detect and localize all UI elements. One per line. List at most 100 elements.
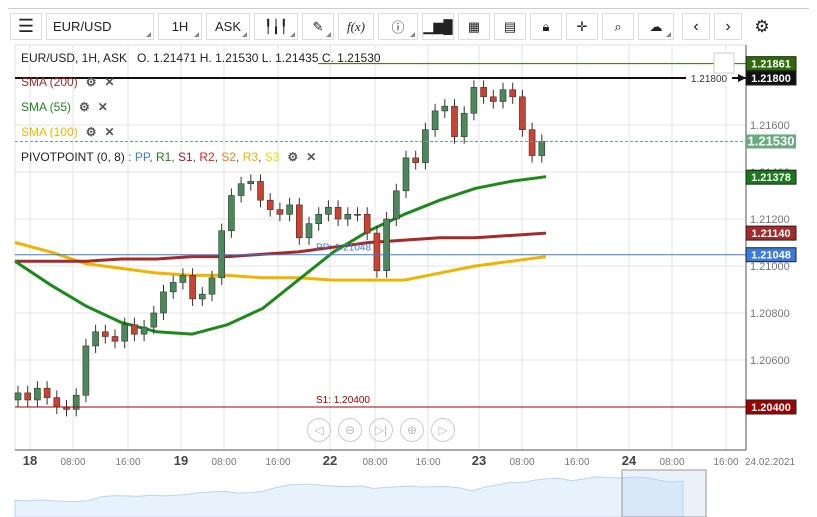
candle-body [519, 96, 526, 131]
x-tick-label: 22 [323, 453, 337, 468]
gear-icon[interactable]: ⚙ [79, 100, 90, 114]
candle-body [499, 89, 507, 102]
x-tick-label: 08:00 [659, 457, 684, 468]
candle-body [325, 206, 332, 215]
candle-body [344, 214, 352, 220]
pivot-part: R3 [242, 150, 259, 164]
pivot-part: S3 [264, 150, 280, 164]
s1-price-label: 1.20400 [751, 402, 791, 414]
pivot-part: PP [134, 150, 150, 164]
y-tick-label: 1.20800 [750, 308, 790, 320]
indicator-legend[interactable]: SMA (200) ⚙ ✕ [21, 75, 115, 89]
candle-body [247, 181, 255, 185]
candle-body [441, 105, 449, 112]
indicator-label: PIVOTPOINT (0, 8) [21, 150, 125, 164]
pp-text: PP: 1.21048 [316, 243, 371, 254]
navigator-window [621, 469, 707, 517]
alert-line-price-label: 1.21800 [751, 73, 791, 85]
indicator-legend[interactable]: SMA (55) ⚙ ✕ [21, 100, 108, 114]
high-line-price-label: 1.21861 [751, 59, 791, 71]
candle-body [140, 326, 148, 335]
candle-body [402, 157, 410, 192]
zoom-in-button[interactable]: ⊕ [400, 418, 424, 442]
gear-icon[interactable]: ⚙ [86, 125, 97, 139]
skip-end-icon: ▷| [374, 423, 388, 437]
y-tick-label: 1.21600 [750, 120, 790, 132]
candle-body [315, 214, 323, 225]
candle-body [14, 392, 22, 401]
pivot-part: S1 [177, 150, 193, 164]
zoom-out-button[interactable]: ⊖ [338, 418, 362, 442]
candle-body [237, 183, 245, 196]
candle-body [131, 324, 138, 335]
last-price-price-label: 1.21530 [748, 133, 795, 148]
x-tick-label: 16:00 [415, 457, 440, 468]
candle-body [305, 223, 313, 239]
go-latest-button[interactable]: ▷| [369, 418, 393, 442]
candle-body [422, 129, 429, 163]
x-tick-label: 16:00 [115, 457, 140, 468]
candle-body [92, 331, 99, 347]
y-tick-label: 1.21000 [750, 261, 790, 273]
candle-body [489, 96, 497, 102]
pivot-part: , [171, 150, 178, 164]
candle-body [528, 129, 536, 156]
x-tick-label: 19 [174, 453, 188, 468]
indicator-label: SMA (100) [21, 125, 78, 139]
candle-body [383, 218, 390, 272]
candle-body [538, 141, 546, 156]
candle-body [121, 324, 128, 342]
candle-body [470, 87, 478, 114]
candle-body [53, 397, 61, 408]
close-icon[interactable]: ✕ [98, 100, 108, 114]
pivot-part: R1 [155, 150, 172, 164]
indicator-legend[interactable]: SMA (100) ⚙ ✕ [21, 125, 115, 139]
candle-body [431, 110, 439, 131]
candle-body [363, 214, 371, 234]
gear-icon[interactable]: ⚙ [86, 75, 97, 89]
candle-body [334, 206, 342, 220]
x-tick-label: 08:00 [211, 457, 236, 468]
candle-body [102, 331, 109, 337]
candle-body [295, 204, 303, 239]
pan-left-button[interactable]: ◁ [307, 418, 331, 442]
pivot-part: , [149, 150, 156, 164]
popout-icon [713, 52, 735, 74]
x-tick-label: 24 [622, 453, 637, 468]
candle-body [34, 387, 41, 401]
x-tick-label: 08:00 [509, 457, 534, 468]
candle-body [480, 87, 487, 98]
candle-body [412, 157, 420, 163]
candle-body [460, 112, 468, 138]
triangle-right-icon: ▷ [438, 423, 448, 437]
pan-right-button[interactable]: ▷ [431, 418, 455, 442]
candle-body [24, 392, 32, 401]
candle-body [169, 282, 177, 293]
date-label: 24.02.2021 [745, 457, 795, 468]
candle-body [160, 291, 167, 314]
close-icon[interactable]: ✕ [306, 150, 316, 164]
candle-body [257, 181, 264, 201]
x-tick-label: 16:00 [564, 457, 589, 468]
close-icon[interactable]: ✕ [104, 125, 114, 139]
candle-body [286, 204, 293, 215]
x-tick-label: 18 [23, 453, 37, 468]
pivot-part: , [236, 150, 243, 164]
candle-body [43, 387, 51, 398]
alert-line-text: 1.21800 [691, 74, 728, 85]
candle-body [208, 277, 216, 295]
gear-icon[interactable]: ⚙ [287, 150, 298, 164]
ohlc-readout: EUR/USD, 1H, ASK O. 1.21471 H. 1.21530 L… [21, 51, 381, 65]
indicator-label: SMA (200) [21, 75, 78, 89]
pivot-legend[interactable]: PIVOTPOINT (0, 8) : PP, R1, S1, R2, S2, … [21, 150, 316, 164]
x-tick-label: 23 [472, 453, 486, 468]
candle-body [373, 232, 381, 272]
indicator-label: SMA (55) [21, 100, 72, 114]
candle-body [189, 275, 196, 300]
close-icon[interactable]: ✕ [104, 75, 114, 89]
x-tick-label: 16:00 [265, 457, 290, 468]
candle-body [354, 214, 361, 216]
pp-price-label: 1.21048 [751, 250, 791, 262]
zoom-out-icon: ⊖ [344, 423, 356, 437]
pivot-part: , [258, 150, 265, 164]
